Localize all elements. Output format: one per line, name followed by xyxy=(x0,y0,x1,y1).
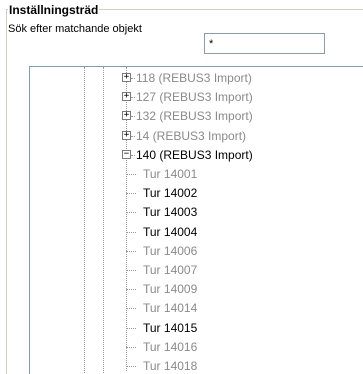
expand-icon[interactable]: + xyxy=(122,92,131,102)
settings-tree[interactable]: +118 (REBUS3 Import) +127 (REBUS3 Import)… xyxy=(29,66,363,374)
tree-connector-line xyxy=(126,308,136,310)
tree-connector-line xyxy=(131,97,135,99)
tree-child-label[interactable]: Tur 14006 xyxy=(143,244,197,258)
tree-connector-line xyxy=(126,174,136,175)
expand-icon[interactable]: + xyxy=(122,130,131,140)
tree-connector-line xyxy=(126,270,136,271)
tree-connector-line xyxy=(126,212,136,214)
tree-connector-line xyxy=(126,231,136,233)
tree-connector-line xyxy=(126,159,127,371)
tree-connector-line xyxy=(126,193,136,195)
tree-connector-line xyxy=(131,154,135,156)
settings-tree-panel: Inställningsträd Sök efter matchande obj… xyxy=(0,0,363,374)
tree-connector-line xyxy=(126,346,136,348)
tree-node-label[interactable]: 140 (REBUS3 Import) xyxy=(136,148,253,162)
expand-icon[interactable]: + xyxy=(122,73,131,82)
tree-child-label[interactable]: Tur 14002 xyxy=(143,186,197,200)
tree-child-label[interactable]: Tur 14003 xyxy=(143,205,197,219)
tree-connector-line xyxy=(126,366,136,367)
tree-node-label[interactable]: 14 (REBUS3 Import) xyxy=(136,129,246,143)
tree-guide-line xyxy=(84,67,85,374)
tree-guide-line xyxy=(103,67,104,374)
tree-connector-line xyxy=(131,78,135,79)
tree-node-label[interactable]: 118 (REBUS3 Import) xyxy=(136,71,252,85)
tree-connector-line xyxy=(131,116,135,118)
search-input[interactable] xyxy=(204,33,325,54)
tree-child-label[interactable]: Tur 14016 xyxy=(143,340,197,354)
tree-connector-line xyxy=(131,135,135,137)
tree-connector-line xyxy=(126,289,136,291)
tree-child-label[interactable]: Tur 14014 xyxy=(143,301,197,315)
tree-child-label[interactable]: Tur 14007 xyxy=(143,263,197,277)
panel-title: Inställningsträd xyxy=(8,3,100,17)
expand-icon[interactable]: + xyxy=(122,111,131,121)
tree-child-label[interactable]: Tur 14009 xyxy=(143,282,197,296)
search-label: Sök efter matchande objekt xyxy=(8,23,142,35)
tree-child-label[interactable]: Tur 14004 xyxy=(143,225,197,239)
collapse-icon[interactable]: − xyxy=(122,149,131,159)
tree-child-label[interactable]: Tur 14015 xyxy=(143,321,197,335)
tree-child-label[interactable]: Tur 14018 xyxy=(143,359,197,373)
tree-connector-line xyxy=(126,327,136,329)
tree-node-label[interactable]: 127 (REBUS3 Import) xyxy=(136,90,253,104)
tree-child-label[interactable]: Tur 14001 xyxy=(143,167,197,181)
tree-node-label[interactable]: 132 (REBUS3 Import) xyxy=(136,109,253,123)
tree-connector-line xyxy=(126,250,136,252)
